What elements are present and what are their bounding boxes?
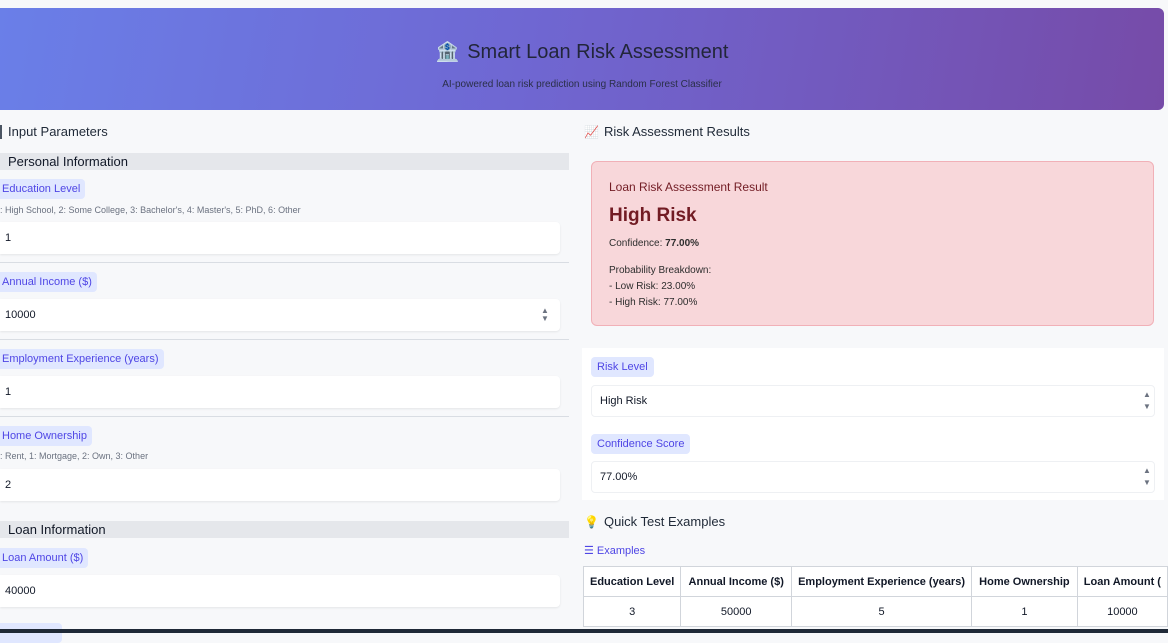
loan-amount-label: Loan Amount ($) [0,548,89,568]
low-risk-probability: - Low Risk: 23.00% [609,281,696,292]
app-subtitle: AI-powered loan risk prediction using Ra… [442,79,722,90]
bottom-bar [0,629,1168,633]
table-cell[interactable]: 3 [582,596,682,627]
personal-information-header: Personal Information [0,153,569,170]
column-header: Loan Amount ( [1076,566,1168,597]
probability-breakdown-title: Probability Breakdown: [609,265,712,276]
table-cell[interactable]: 5 [791,596,973,627]
light-bulb-icon: 💡 [584,515,599,529]
scroll-up-icon[interactable]: ▲ [1142,389,1152,401]
column-header: Education Level [582,566,682,597]
quick-test-examples-title: 💡 Quick Test Examples [584,514,726,529]
risk-level-label: Risk Level [591,357,654,377]
education-level-input[interactable]: 1 [0,222,560,254]
scroll-arrows[interactable]: ▲ ▼ [1142,389,1152,413]
loan-information-header: Loan Information [0,521,569,538]
column-header: Employment Experience (years) [791,566,973,597]
employment-experience-input[interactable]: 1 [0,376,560,408]
table-row[interactable]: 3 50000 5 1 10000 [582,596,1168,627]
confidence-score-label: Confidence Score [591,434,691,454]
annual-income-label: Annual Income ($) [0,272,97,292]
table-cell[interactable]: 1 [971,596,1078,627]
high-risk-probability: - High Risk: 77.00% [609,297,698,308]
confidence-score-output[interactable]: 77.00% ▲ ▼ [591,461,1155,493]
result-confidence: Confidence: 77.00% [609,238,700,249]
home-ownership-label: Home Ownership [0,426,92,446]
scroll-down-icon[interactable]: ▼ [1142,401,1152,413]
education-level-label: Education Level [0,179,86,199]
risk-results-title: 📈 Risk Assessment Results [584,124,750,139]
home-ownership-input[interactable]: 2 [0,469,560,501]
next-field-label [0,623,62,643]
risk-level-output[interactable]: High Risk ▲ ▼ [591,385,1155,417]
home-ownership-hint: : Rent, 1: Mortgage, 2: Own, 3: Other [0,451,149,461]
examples-label: ☰ Examples [584,545,646,557]
annual-income-input[interactable]: 10000 ▲ ▼ [0,299,560,331]
table-cell[interactable]: 10000 [1076,596,1168,627]
risk-result-card: Loan Risk Assessment Result High Risk Co… [591,161,1154,326]
table-header-row: Education Level Annual Income ($) Employ… [582,566,1168,597]
column-header: Annual Income ($) [680,566,793,597]
result-risk-level: High Risk [609,205,697,226]
result-heading: Loan Risk Assessment Result [609,180,768,194]
scroll-up-icon[interactable]: ▲ [1142,465,1152,477]
app-title: 🏦 Smart Loan Risk Assessment [435,41,729,63]
chart-increasing-icon: 📈 [584,125,599,139]
divider [0,416,569,417]
column-header: Home Ownership [971,566,1078,597]
divider [0,339,569,340]
list-icon: ☰ [584,545,594,557]
divider [0,262,569,263]
stepper-down-icon[interactable]: ▼ [540,315,550,323]
app-header: 🏦 Smart Loan Risk Assessment AI-powered l… [0,8,1164,110]
education-level-hint: : High School, 2: Some College, 3: Bache… [0,205,301,215]
loan-amount-input[interactable]: 40000 [0,575,560,607]
scroll-arrows[interactable]: ▲ ▼ [1142,465,1152,489]
number-stepper[interactable]: ▲ ▼ [540,307,550,323]
table-cell[interactable]: 50000 [680,596,793,627]
scroll-down-icon[interactable]: ▼ [1142,477,1152,489]
section-marker [0,125,2,139]
employment-experience-label: Employment Experience (years) [0,349,164,369]
bank-icon: 🏦 [435,42,460,63]
examples-table: Education Level Annual Income ($) Employ… [582,566,1168,627]
input-parameters-title: Input Parameters [8,124,108,139]
